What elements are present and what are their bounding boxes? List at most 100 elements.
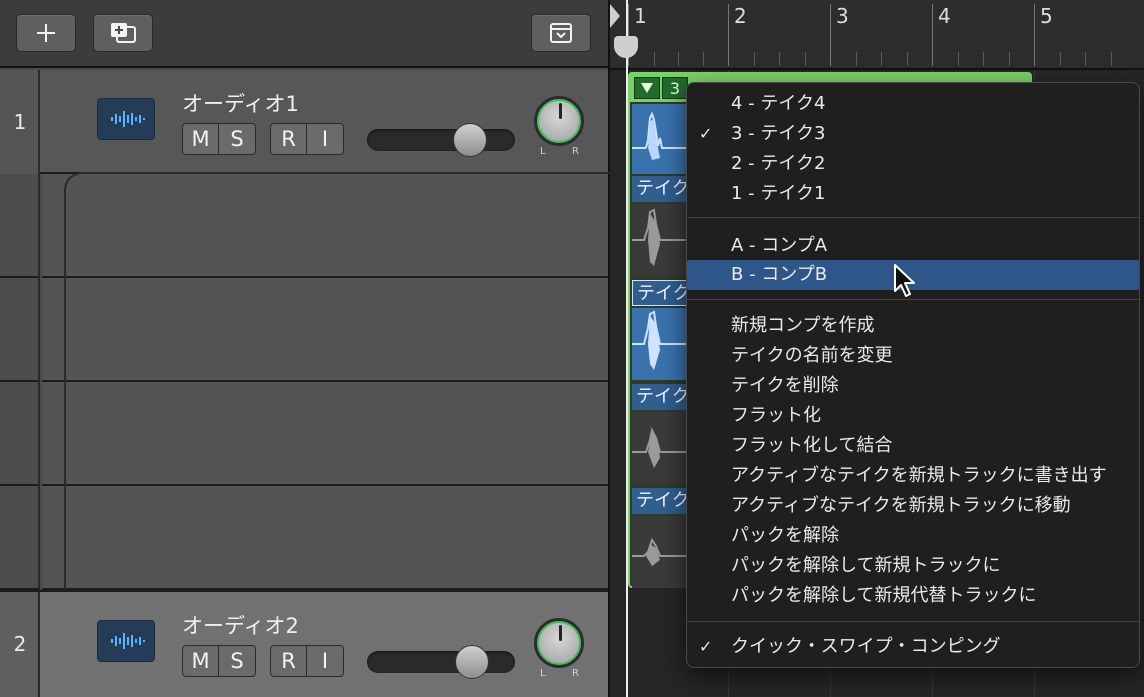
menu-item-take-2[interactable]: 2 - テイク2 bbox=[687, 149, 1139, 179]
waveform bbox=[632, 308, 692, 380]
take-lane-active[interactable]: テイク bbox=[632, 280, 692, 382]
pan-right-label: R bbox=[572, 146, 579, 157]
new-track-with-duplicate-button[interactable] bbox=[93, 14, 153, 52]
menu-separator bbox=[687, 217, 1139, 218]
mute-button[interactable]: M bbox=[183, 124, 219, 154]
menu-item-unpack-to-new-tracks[interactable]: パックを解除して新規トラックに bbox=[687, 551, 1139, 581]
menu-item-unpack-to-alternative-track[interactable]: パックを解除して新規代替トラックに bbox=[687, 581, 1139, 611]
track-header-pane: 1 オーディオ1 M S R I L R 2 オーディオ2 M S R I L … bbox=[0, 0, 610, 697]
menu-item-flatten-and-merge[interactable]: フラット化して結合 bbox=[687, 431, 1139, 461]
record-input-group: R I bbox=[270, 645, 344, 677]
track-header-1[interactable]: 1 オーディオ1 M S R I L R bbox=[0, 70, 608, 174]
bar-ruler[interactable]: 1 2 3 4 5 bbox=[610, 0, 1144, 70]
take-label[interactable]: テイク bbox=[632, 384, 692, 410]
ruler-tick bbox=[907, 52, 908, 66]
menu-item-move-active-take[interactable]: アクティブなテイクを新規トラックに移動 bbox=[687, 491, 1139, 521]
ruler-tick bbox=[1009, 52, 1010, 66]
bar-number: 3 bbox=[836, 4, 849, 28]
ruler-tick bbox=[754, 52, 755, 66]
menu-item-create-new-comp[interactable]: 新規コンプを作成 bbox=[687, 311, 1139, 341]
ruler-tick bbox=[881, 52, 882, 66]
take-lane[interactable]: テイク bbox=[632, 176, 692, 278]
record-enable-button[interactable]: R bbox=[271, 646, 307, 676]
volume-slider-knob[interactable] bbox=[455, 645, 489, 679]
menu-item-unpack[interactable]: パックを解除 bbox=[687, 521, 1139, 551]
comp-lane[interactable] bbox=[632, 104, 692, 174]
take-label[interactable]: テイク bbox=[632, 488, 692, 514]
bar-line bbox=[728, 4, 729, 66]
track-list-toolbar bbox=[0, 0, 608, 68]
input-monitor-button[interactable]: I bbox=[307, 124, 343, 154]
menu-item-flatten[interactable]: フラット化 bbox=[687, 401, 1139, 431]
chevron-box-icon bbox=[550, 23, 572, 43]
pan-left-label: L bbox=[540, 668, 546, 679]
menu-separator bbox=[687, 621, 1139, 622]
waveform bbox=[632, 204, 692, 276]
bar-line bbox=[830, 4, 831, 66]
add-track-button[interactable] bbox=[16, 14, 76, 52]
take-label[interactable]: テイク bbox=[632, 280, 692, 306]
menu-item-comp-a[interactable]: A - コンプA bbox=[687, 231, 1139, 261]
pan-knob[interactable] bbox=[534, 96, 584, 146]
take-label[interactable]: テイク bbox=[632, 176, 692, 202]
solo-button[interactable]: S bbox=[219, 124, 255, 154]
bar-number: 1 bbox=[634, 4, 647, 28]
menu-item-export-active-take[interactable]: アクティブなテイクを新規トラックに書き出す bbox=[687, 461, 1139, 491]
ruler-tick bbox=[983, 52, 984, 66]
volume-slider[interactable] bbox=[367, 123, 515, 157]
waveform bbox=[632, 111, 692, 160]
ruler-tick bbox=[958, 52, 959, 66]
ruler-tick bbox=[1085, 52, 1086, 66]
bar-number: 2 bbox=[734, 4, 747, 28]
checkmark-icon: ✓ bbox=[699, 124, 713, 143]
volume-slider[interactable] bbox=[367, 645, 515, 679]
pan-knob[interactable] bbox=[534, 618, 584, 668]
take-lane[interactable]: テイク bbox=[632, 384, 692, 486]
menu-item-take-1[interactable]: 1 - テイク1 bbox=[687, 179, 1139, 209]
track-name[interactable]: オーディオ1 bbox=[182, 88, 299, 118]
record-enable-button[interactable]: R bbox=[271, 124, 307, 154]
ruler-tick bbox=[1060, 52, 1061, 66]
mute-solo-group: M S bbox=[182, 123, 256, 155]
waveform bbox=[632, 516, 692, 588]
pan-right-label: R bbox=[572, 668, 579, 679]
audio-waveform-icon bbox=[97, 620, 155, 662]
track-number: 2 bbox=[13, 632, 27, 656]
playhead-marker-icon[interactable] bbox=[610, 4, 620, 28]
take-lane[interactable]: テイク bbox=[632, 488, 692, 588]
input-monitor-button[interactable]: I bbox=[307, 646, 343, 676]
menu-item-take-4[interactable]: 4 - テイク4 bbox=[687, 89, 1139, 119]
take-number-badge[interactable]: 3 bbox=[662, 77, 688, 99]
ruler-tick bbox=[1111, 52, 1112, 66]
plus-icon bbox=[37, 24, 55, 42]
menu-item-quick-swipe-comping[interactable]: ✓ クイック・スワイプ・コンピング bbox=[687, 632, 1139, 662]
pan-left-label: L bbox=[540, 146, 546, 157]
take-folder-context-menu: 4 - テイク4 ✓ 3 - テイク3 2 - テイク2 1 - テイク1 A … bbox=[686, 82, 1140, 668]
ruler-tick bbox=[779, 52, 780, 66]
mute-button[interactable]: M bbox=[183, 646, 219, 676]
menu-item-rename-take[interactable]: テイクの名前を変更 bbox=[687, 341, 1139, 371]
checkmark-icon: ✓ bbox=[699, 637, 713, 656]
duplicate-track-icon bbox=[111, 23, 136, 43]
take-lane-number-cell bbox=[0, 278, 40, 382]
take-folder-disclosure-button[interactable] bbox=[634, 77, 660, 99]
track-name[interactable]: オーディオ2 bbox=[182, 610, 299, 640]
take-folder-bracket bbox=[64, 172, 610, 592]
take-lane-number-cell bbox=[0, 382, 40, 486]
volume-slider-knob[interactable] bbox=[453, 123, 487, 157]
ruler-tick bbox=[654, 52, 655, 66]
ruler-tick bbox=[703, 52, 704, 66]
solo-button[interactable]: S bbox=[219, 646, 255, 676]
menu-item-take-3[interactable]: ✓ 3 - テイク3 bbox=[687, 119, 1139, 149]
global-tracks-button[interactable] bbox=[531, 14, 591, 52]
menu-separator bbox=[687, 299, 1139, 300]
triangle-down-icon bbox=[641, 83, 653, 93]
menu-item-delete-take[interactable]: テイクを削除 bbox=[687, 371, 1139, 401]
audio-waveform-icon bbox=[97, 98, 155, 140]
playhead[interactable] bbox=[626, 0, 628, 697]
waveform bbox=[632, 412, 692, 484]
bar-number: 5 bbox=[1040, 4, 1053, 28]
track-header-2[interactable]: 2 オーディオ2 M S R I L R bbox=[0, 590, 608, 697]
bar-number: 4 bbox=[938, 4, 951, 28]
ruler-tick bbox=[805, 52, 806, 66]
